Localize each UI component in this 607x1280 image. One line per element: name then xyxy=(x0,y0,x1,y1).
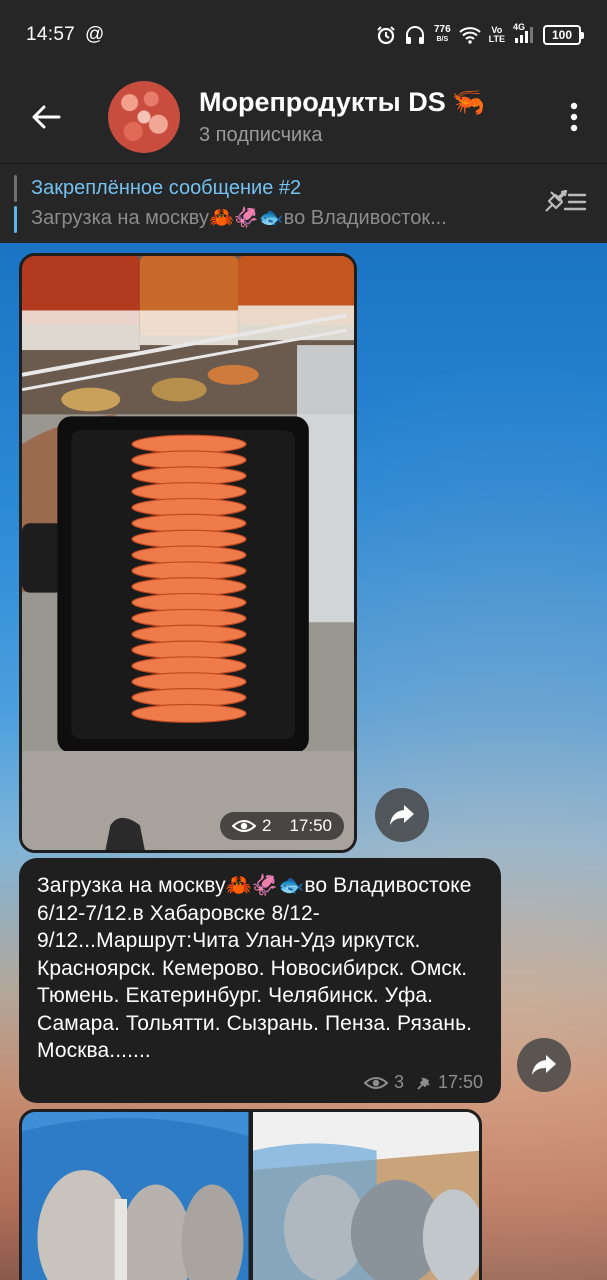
pinned-message-bar[interactable]: Закреплённое сообщение #2 Загрузка на мо… xyxy=(0,163,607,243)
fish-photo-left[interactable] xyxy=(22,1112,249,1280)
signal-icon: 4G xyxy=(513,22,535,44)
pin-list-icon xyxy=(545,189,587,212)
photo-message[interactable]: 2 17:50 xyxy=(19,253,357,853)
photo-views: 2 xyxy=(261,816,272,835)
chat-area[interactable]: 2 17:50 Загрузка на москву🦀🦑🐟во Владивос… xyxy=(0,243,607,1280)
at-notification-icon: @ xyxy=(85,24,105,45)
message-time: 17:50 xyxy=(437,1072,483,1092)
status-time: 14:57 xyxy=(26,24,76,45)
net-speed-unit: B/S xyxy=(436,36,449,43)
subscriber-count: 3 подписчика xyxy=(199,124,323,146)
eye-icon xyxy=(363,1076,388,1089)
channel-info[interactable]: Морепродукты DS 🦐 3 подписчика xyxy=(199,86,485,147)
pinned-title: Закреплённое сообщение #2 xyxy=(31,177,302,199)
message-meta: 3 17:50 xyxy=(363,1072,483,1093)
network-type: 4G xyxy=(513,22,526,32)
headphones-icon xyxy=(404,25,426,45)
share-arrow-icon xyxy=(390,805,414,825)
net-speed-value: 776 xyxy=(433,24,451,35)
pinned-list-button[interactable] xyxy=(543,187,587,220)
photo-time: 17:50 xyxy=(289,816,332,835)
pinned-preview: Загрузка на москву🦀🦑🐟во Владивосток... xyxy=(31,207,447,229)
alarm-icon xyxy=(376,25,396,45)
photo-meta: 2 17:50 xyxy=(219,812,344,840)
status-bar: 14:57 @ 776 B/S Vo LTE 4G 100 xyxy=(0,0,607,70)
battery-indicator: 100 xyxy=(543,25,584,45)
photo-album-message[interactable] xyxy=(19,1109,482,1280)
message-views: 3 xyxy=(393,1072,404,1092)
back-button[interactable] xyxy=(0,70,92,163)
chat-header: Морепродукты DS 🦐 3 подписчика xyxy=(0,70,607,163)
eye-icon xyxy=(231,820,256,832)
channel-title: Морепродукты DS 🦐 xyxy=(199,86,485,118)
wifi-icon xyxy=(458,26,481,44)
text-message[interactable]: Загрузка на москву🦀🦑🐟во Владивостоке 6/1… xyxy=(19,858,501,1103)
message-body: Загрузка на москву🦀🦑🐟во Владивостоке 6/1… xyxy=(37,874,473,1062)
share-arrow-icon xyxy=(532,1055,556,1075)
share-button[interactable] xyxy=(517,1038,571,1092)
volte-indicator: Vo LTE xyxy=(489,26,505,44)
shrimp-tray-photo xyxy=(22,256,354,850)
pin-icon xyxy=(417,1076,430,1090)
volte-bottom: LTE xyxy=(488,34,505,44)
more-vertical-icon xyxy=(570,102,578,131)
more-menu-button[interactable] xyxy=(541,70,607,163)
channel-avatar[interactable] xyxy=(108,80,180,153)
pinned-indicator xyxy=(14,174,17,233)
channel-title-text: Морепродукты DS xyxy=(199,86,446,117)
net-speed: 776 B/S xyxy=(434,25,451,45)
share-button[interactable] xyxy=(375,788,429,842)
shrimp-emoji: 🦐 xyxy=(451,87,486,117)
fish-photo-right[interactable] xyxy=(252,1112,480,1280)
arrow-left-icon xyxy=(32,105,61,128)
